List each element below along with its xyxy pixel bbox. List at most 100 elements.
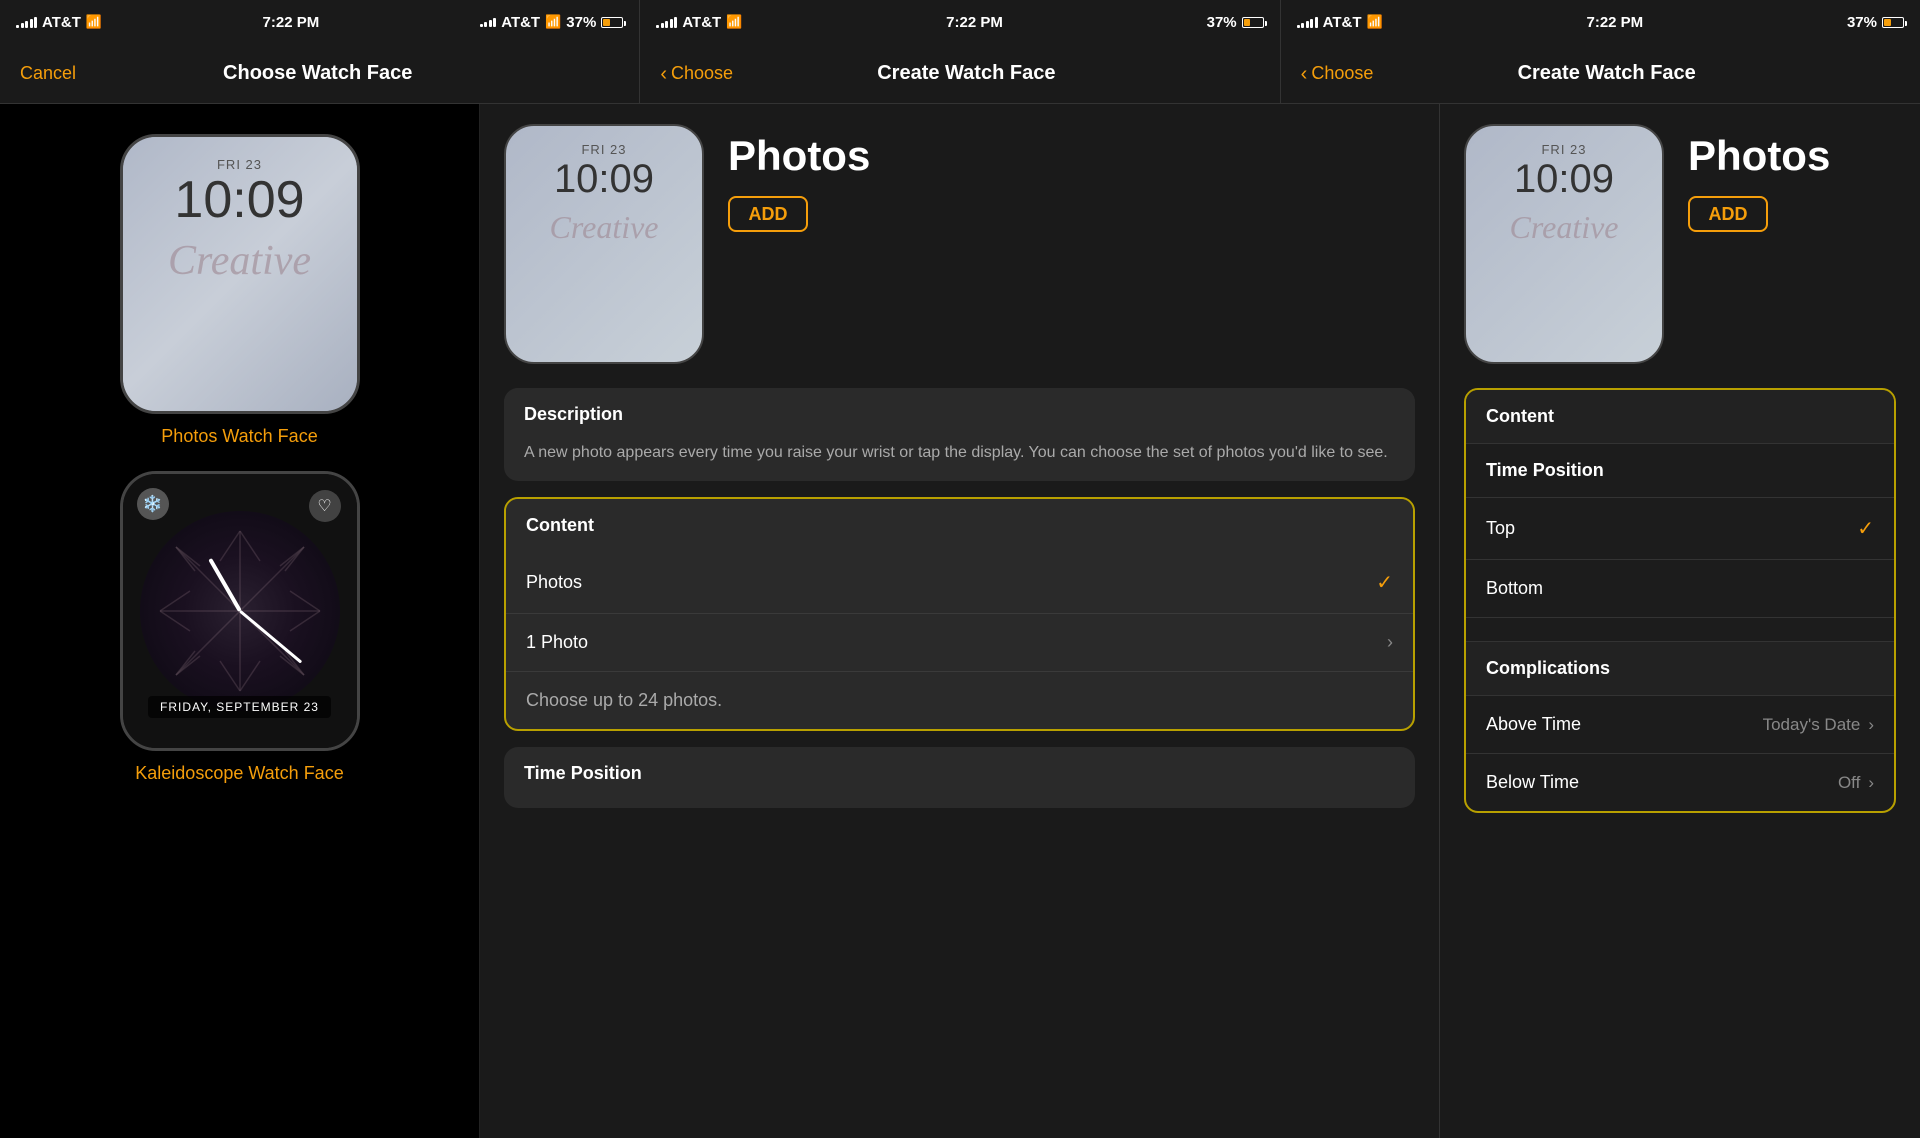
nav-bar-1: Cancel Choose Watch Face [0, 44, 640, 103]
below-time-value-text: Off [1838, 773, 1860, 793]
back-label-2: Choose [671, 63, 733, 84]
bottom-label: Bottom [1486, 578, 1543, 599]
dropdown-spacer [1466, 617, 1894, 641]
description-card: Description A new photo appears every ti… [504, 388, 1415, 481]
below-time-chevron: › [1868, 773, 1874, 793]
time-1: 7:22 PM [263, 14, 320, 31]
above-time-value: Today's Date › [1763, 715, 1874, 735]
content-section: Content Photos ✓ 1 Photo › Choose up to … [504, 497, 1415, 731]
battery-text-2: 37% [1207, 14, 1237, 31]
signal-icon-2 [656, 17, 677, 28]
above-time-label: Above Time [1486, 714, 1581, 735]
below-time-label: Below Time [1486, 772, 1579, 793]
face-title-p3: Photos [1688, 132, 1830, 180]
clock-hands [140, 511, 340, 711]
nav-bar-2: ‹ Choose Create Watch Face [640, 44, 1280, 103]
status-right-2: 37% [1207, 14, 1264, 31]
signal-icon-r1 [480, 18, 497, 27]
p3-script: Creative [1510, 209, 1619, 246]
panel3-watch-preview: FRI 23 10:09 Creative [1464, 124, 1664, 364]
back-button-3[interactable]: ‹ Choose [1301, 63, 1374, 84]
p3-time: 10:09 [1514, 159, 1614, 199]
time-2: 7:22 PM [946, 14, 1003, 31]
kaleido-date: FRIDAY, SEPTEMBER 23 [148, 696, 331, 718]
add-button-p3[interactable]: ADD [1688, 196, 1768, 232]
photos-preview-content: FRI 23 10:09 Creative [123, 137, 357, 411]
kaleidoscope-watch-face-card[interactable]: ❄️ ♡ [20, 471, 459, 784]
status-bar-3: AT&T 📶 7:22 PM 37% [1281, 0, 1920, 44]
p3-date: FRI 23 [1541, 142, 1586, 157]
top-label: Top [1486, 518, 1515, 539]
p2-time: 10:09 [554, 159, 654, 199]
panel2-watch-preview: FRI 23 10:09 Creative [504, 124, 704, 364]
content-row-1photo[interactable]: 1 Photo › [506, 614, 1413, 672]
nav-title-3: Create Watch Face [1518, 62, 1696, 85]
content-header: Content [506, 499, 1413, 552]
cancel-button[interactable]: Cancel [20, 63, 76, 84]
p2-script: Creative [550, 209, 659, 246]
kaleido-preview-content: ❄️ ♡ [123, 474, 357, 748]
above-time-value-text: Today's Date [1763, 715, 1861, 735]
back-button-2[interactable]: ‹ Choose [660, 63, 733, 84]
photos-watch-face-card[interactable]: FRI 23 10:09 Creative Photos Watch Face [20, 134, 459, 447]
dropdown-time-position-header: Time Position [1466, 443, 1894, 497]
top-checkmark: ✓ [1857, 516, 1874, 541]
panel-create-watch-face: FRI 23 10:09 Creative Photos ADD Descrip… [480, 104, 1440, 1138]
photos-hint-label: Choose up to 24 photos. [526, 690, 722, 711]
description-header: Description [504, 388, 1415, 441]
p2-date: FRI 23 [581, 142, 626, 157]
content-row-photos[interactable]: Photos ✓ [506, 552, 1413, 614]
status-left-2: AT&T 📶 [656, 14, 742, 31]
dropdown-below-time-row[interactable]: Below Time Off › [1466, 753, 1894, 811]
status-bar-1: AT&T 📶 7:22 PM AT&T 📶 37% [0, 0, 640, 44]
watch-face-header-p3: FRI 23 10:09 Creative Photos ADD [1464, 124, 1896, 364]
hour-hand [208, 558, 241, 612]
panel-choose-watch-face: FRI 23 10:09 Creative Photos Watch Face … [0, 104, 480, 1138]
carrier-r1: AT&T [501, 14, 540, 31]
description-text: A new photo appears every time you raise… [504, 441, 1415, 481]
battery-icon-2 [1242, 17, 1264, 28]
main-content: FRI 23 10:09 Creative Photos Watch Face … [0, 104, 1920, 1138]
status-bars: AT&T 📶 7:22 PM AT&T 📶 37% [0, 0, 1920, 44]
battery-text-1: 37% [566, 14, 596, 31]
dropdown-panel: Content Time Position Top ✓ Bottom Compl… [1464, 388, 1896, 813]
kaleido-dial [140, 511, 340, 711]
face-title-section: Photos ADD [728, 124, 870, 232]
battery-icon-3 [1882, 17, 1904, 28]
kaleidoscope-watch-preview: ❄️ ♡ [120, 471, 360, 751]
photos-checkmark: ✓ [1376, 570, 1393, 595]
content-photos-label: Photos [526, 572, 582, 593]
status-left-3: AT&T 📶 [1297, 14, 1383, 31]
carrier-2: AT&T [682, 14, 721, 31]
nav-bars: Cancel Choose Watch Face ‹ Choose Create… [0, 44, 1920, 104]
status-right-3: 37% [1847, 14, 1904, 31]
dropdown-content-header: Content [1466, 390, 1894, 443]
status-bar-2: AT&T 📶 7:22 PM 37% [640, 0, 1280, 44]
panel-settings: FRI 23 10:09 Creative Photos ADD Content… [1440, 104, 1920, 1138]
one-photo-label: 1 Photo [526, 632, 588, 653]
time-3: 7:22 PM [1586, 14, 1643, 31]
time-position-section: Time Position [504, 747, 1415, 808]
carrier-3: AT&T [1323, 14, 1362, 31]
photos-preview-script: Creative [168, 240, 311, 282]
back-label-3: Choose [1311, 63, 1373, 84]
dropdown-bottom-row[interactable]: Bottom [1466, 559, 1894, 617]
time-position-title: Time Position [524, 763, 1395, 784]
photos-watch-face-label: Photos Watch Face [20, 426, 459, 447]
chevron-left-icon-3: ‹ [1301, 64, 1308, 84]
wifi-icon-r1: 📶 [545, 14, 561, 30]
add-button-p2[interactable]: ADD [728, 196, 808, 232]
above-time-chevron: › [1868, 715, 1874, 735]
photos-watch-preview: FRI 23 10:09 Creative [120, 134, 360, 414]
one-photo-chevron: › [1387, 632, 1393, 653]
dropdown-top-row[interactable]: Top ✓ [1466, 497, 1894, 559]
carrier-1: AT&T [42, 14, 81, 31]
nav-title-1: Choose Watch Face [223, 62, 412, 85]
kaleidoscope-watch-face-label: Kaleidoscope Watch Face [20, 763, 459, 784]
battery-icon-1 [601, 17, 623, 28]
signal-icon-3 [1297, 17, 1318, 28]
status-left-1: AT&T 📶 [16, 14, 102, 31]
battery-text-3: 37% [1847, 14, 1877, 31]
minute-hand [239, 610, 302, 664]
dropdown-above-time-row[interactable]: Above Time Today's Date › [1466, 695, 1894, 753]
